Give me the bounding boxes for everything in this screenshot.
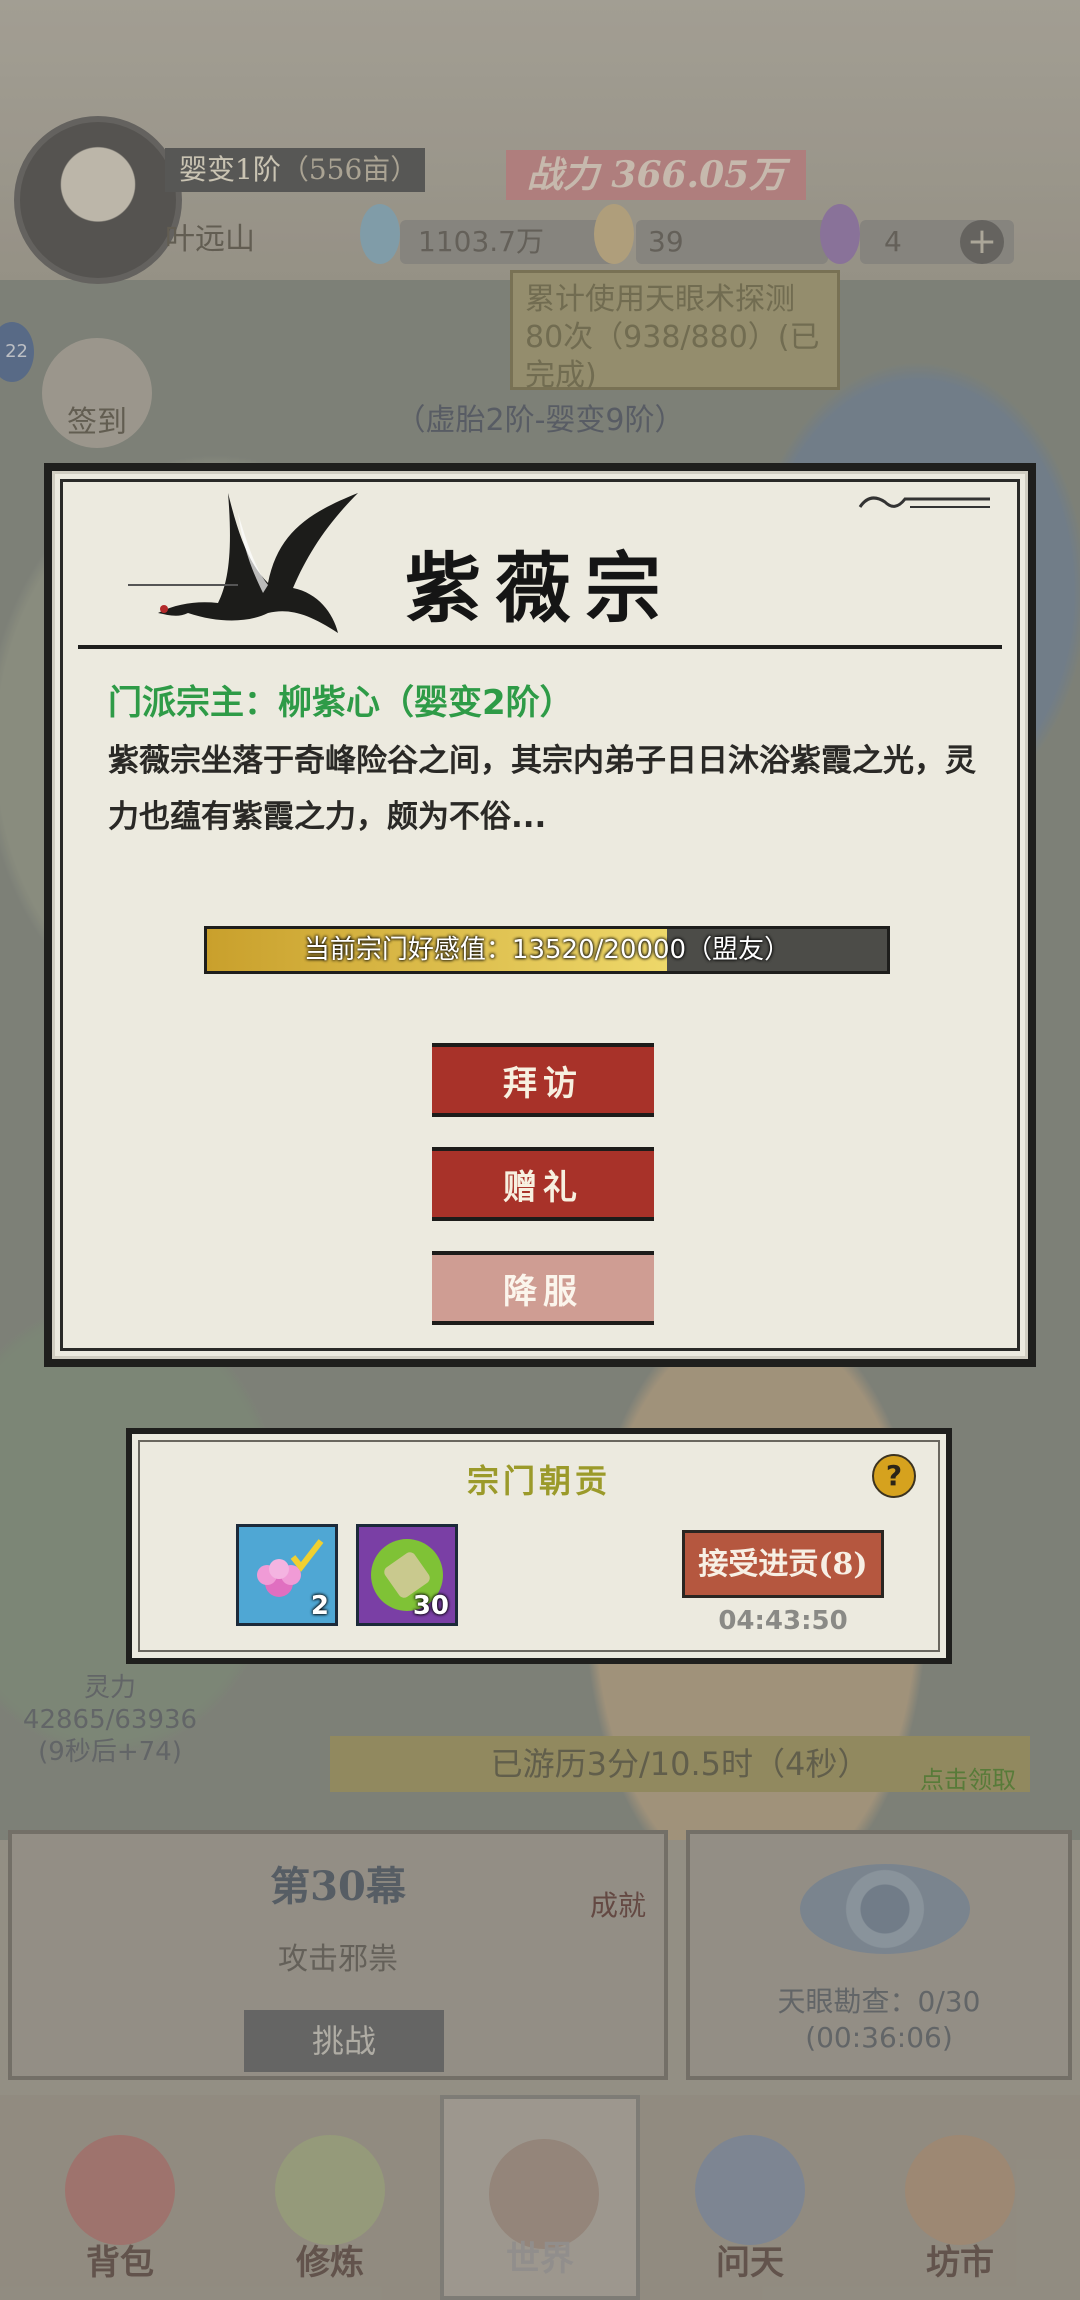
item-count: 30 bbox=[412, 1591, 449, 1621]
tribute-panel: 宗门朝贡 ? 2 30 接受进贡(8) 04:43:50 bbox=[126, 1428, 952, 1664]
item-count: 2 bbox=[310, 1591, 329, 1621]
accept-tribute-button[interactable]: 接受进贡(8) bbox=[682, 1530, 884, 1598]
sect-leader: 门派宗主：柳紫心（婴变2阶） bbox=[108, 683, 574, 723]
help-icon[interactable]: ? bbox=[872, 1454, 916, 1498]
tribute-item-bamboo[interactable]: 30 bbox=[356, 1524, 458, 1626]
sect-description: 紫薇宗坐落于奇峰险谷之间，其宗内弟子日日沐浴紫霞之光，灵力也蕴有紫霞之力，颇为不… bbox=[108, 743, 976, 835]
sect-title: 紫薇宗 bbox=[405, 544, 675, 633]
favor-label: 当前宗门好感值：13520/20000（盟友） bbox=[303, 935, 791, 965]
sect-dialog: 紫薇宗 门派宗主：柳紫心（婴变2阶） 紫薇宗坐落于奇峰险谷之间，其宗内弟子日日沐… bbox=[44, 463, 1036, 1367]
visit-button[interactable]: 拜访 bbox=[432, 1043, 654, 1117]
subdue-button[interactable]: 降服 bbox=[432, 1251, 654, 1325]
tribute-item-flower[interactable]: 2 bbox=[236, 1524, 338, 1626]
title-divider bbox=[78, 645, 1002, 649]
cloud-ornament-icon bbox=[858, 496, 990, 508]
tribute-title: 宗门朝贡 bbox=[466, 1462, 611, 1500]
favor-progress-bar: 当前宗门好感值：13520/20000（盟友） bbox=[204, 926, 890, 974]
gift-button[interactable]: 赠礼 bbox=[432, 1147, 654, 1221]
tribute-timer: 04:43:50 bbox=[718, 1606, 848, 1636]
